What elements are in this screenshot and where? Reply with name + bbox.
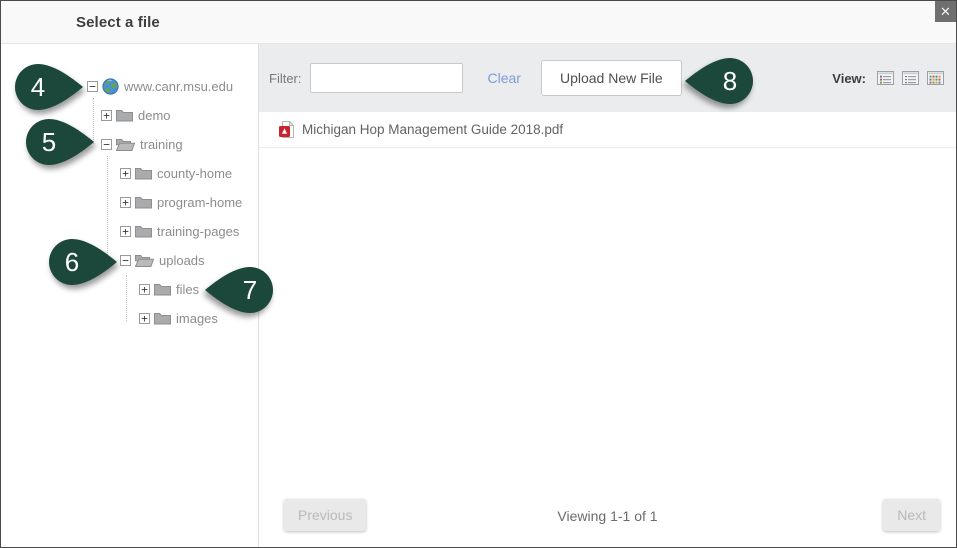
tree-item-files[interactable]: + files xyxy=(1,275,258,304)
tree-connector-line xyxy=(93,98,94,144)
pagination-footer: Previous Viewing 1-1 of 1 Next xyxy=(259,489,956,547)
view-label: View: xyxy=(832,71,866,86)
tree-item-label: program-home xyxy=(157,195,242,210)
folder-closed-icon xyxy=(116,109,133,122)
clear-filter-link[interactable]: Clear xyxy=(488,70,521,86)
pagination-status: Viewing 1-1 of 1 xyxy=(259,508,956,524)
close-icon[interactable]: ✕ xyxy=(935,1,956,22)
file-toolbar: Filter: Clear Upload New File View: xyxy=(259,44,956,112)
folder-closed-icon xyxy=(135,196,152,209)
next-page-button[interactable]: Next xyxy=(883,499,940,531)
file-browser-panel: Filter: Clear Upload New File View: xyxy=(259,44,956,547)
expand-icon[interactable]: + xyxy=(120,168,131,179)
tree-item-training[interactable]: − training xyxy=(1,130,258,159)
tree-item-label: www.canr.msu.edu xyxy=(124,79,233,94)
collapse-icon[interactable]: − xyxy=(101,139,112,150)
tree-item-label: uploads xyxy=(159,253,205,268)
expand-icon[interactable]: + xyxy=(101,110,112,121)
tree-item-images[interactable]: + images xyxy=(1,304,258,333)
tree-item-county-home[interactable]: + county-home xyxy=(1,159,258,188)
filter-label: Filter: xyxy=(269,71,302,86)
expand-icon[interactable]: + xyxy=(120,226,131,237)
dialog-header: Select a file xyxy=(1,1,956,44)
folder-closed-icon xyxy=(154,283,171,296)
tree-item-label: county-home xyxy=(157,166,232,181)
details-view-icon[interactable] xyxy=(877,71,894,85)
filter-input[interactable] xyxy=(310,63,463,93)
dialog-title: Select a file xyxy=(76,14,160,31)
select-file-dialog: Select a file ✕ − www.canr.msu.edu + dem… xyxy=(0,0,957,548)
file-list-item[interactable]: Michigan Hop Management Guide 2018.pdf xyxy=(259,112,956,148)
folder-tree-sidebar: − www.canr.msu.edu + demo − training + xyxy=(1,44,259,547)
folder-closed-icon xyxy=(135,225,152,238)
folder-closed-icon xyxy=(135,167,152,180)
globe-icon xyxy=(102,78,119,95)
tree-item-demo[interactable]: + demo xyxy=(1,101,258,130)
tree-item-program-home[interactable]: + program-home xyxy=(1,188,258,217)
folder-open-icon xyxy=(135,254,154,267)
tree-item-label: training xyxy=(140,137,183,152)
tree-item-training-pages[interactable]: + training-pages xyxy=(1,217,258,246)
tree-item-label: demo xyxy=(138,108,171,123)
collapse-icon[interactable]: − xyxy=(120,255,131,266)
tree-connector-line xyxy=(126,275,127,321)
expand-icon[interactable]: + xyxy=(139,284,150,295)
collapse-icon[interactable]: − xyxy=(87,81,98,92)
thumbnails-view-icon[interactable] xyxy=(927,71,944,85)
tree-item-label: images xyxy=(176,311,218,326)
file-list-empty-area xyxy=(259,148,956,489)
tree-item-site-root[interactable]: − www.canr.msu.edu xyxy=(1,72,258,101)
file-name: Michigan Hop Management Guide 2018.pdf xyxy=(302,122,563,137)
folder-closed-icon xyxy=(154,312,171,325)
tree-item-label: files xyxy=(176,282,199,297)
tree-item-uploads[interactable]: − uploads xyxy=(1,246,258,275)
pdf-file-icon xyxy=(279,121,294,138)
upload-new-file-button[interactable]: Upload New File xyxy=(541,60,682,96)
expand-icon[interactable]: + xyxy=(139,313,150,324)
list-view-icon[interactable] xyxy=(902,71,919,85)
tree-connector-line xyxy=(107,156,108,263)
folder-open-icon xyxy=(116,138,135,151)
expand-icon[interactable]: + xyxy=(120,197,131,208)
view-switcher: View: xyxy=(832,71,948,86)
tree-item-label: training-pages xyxy=(157,224,239,239)
